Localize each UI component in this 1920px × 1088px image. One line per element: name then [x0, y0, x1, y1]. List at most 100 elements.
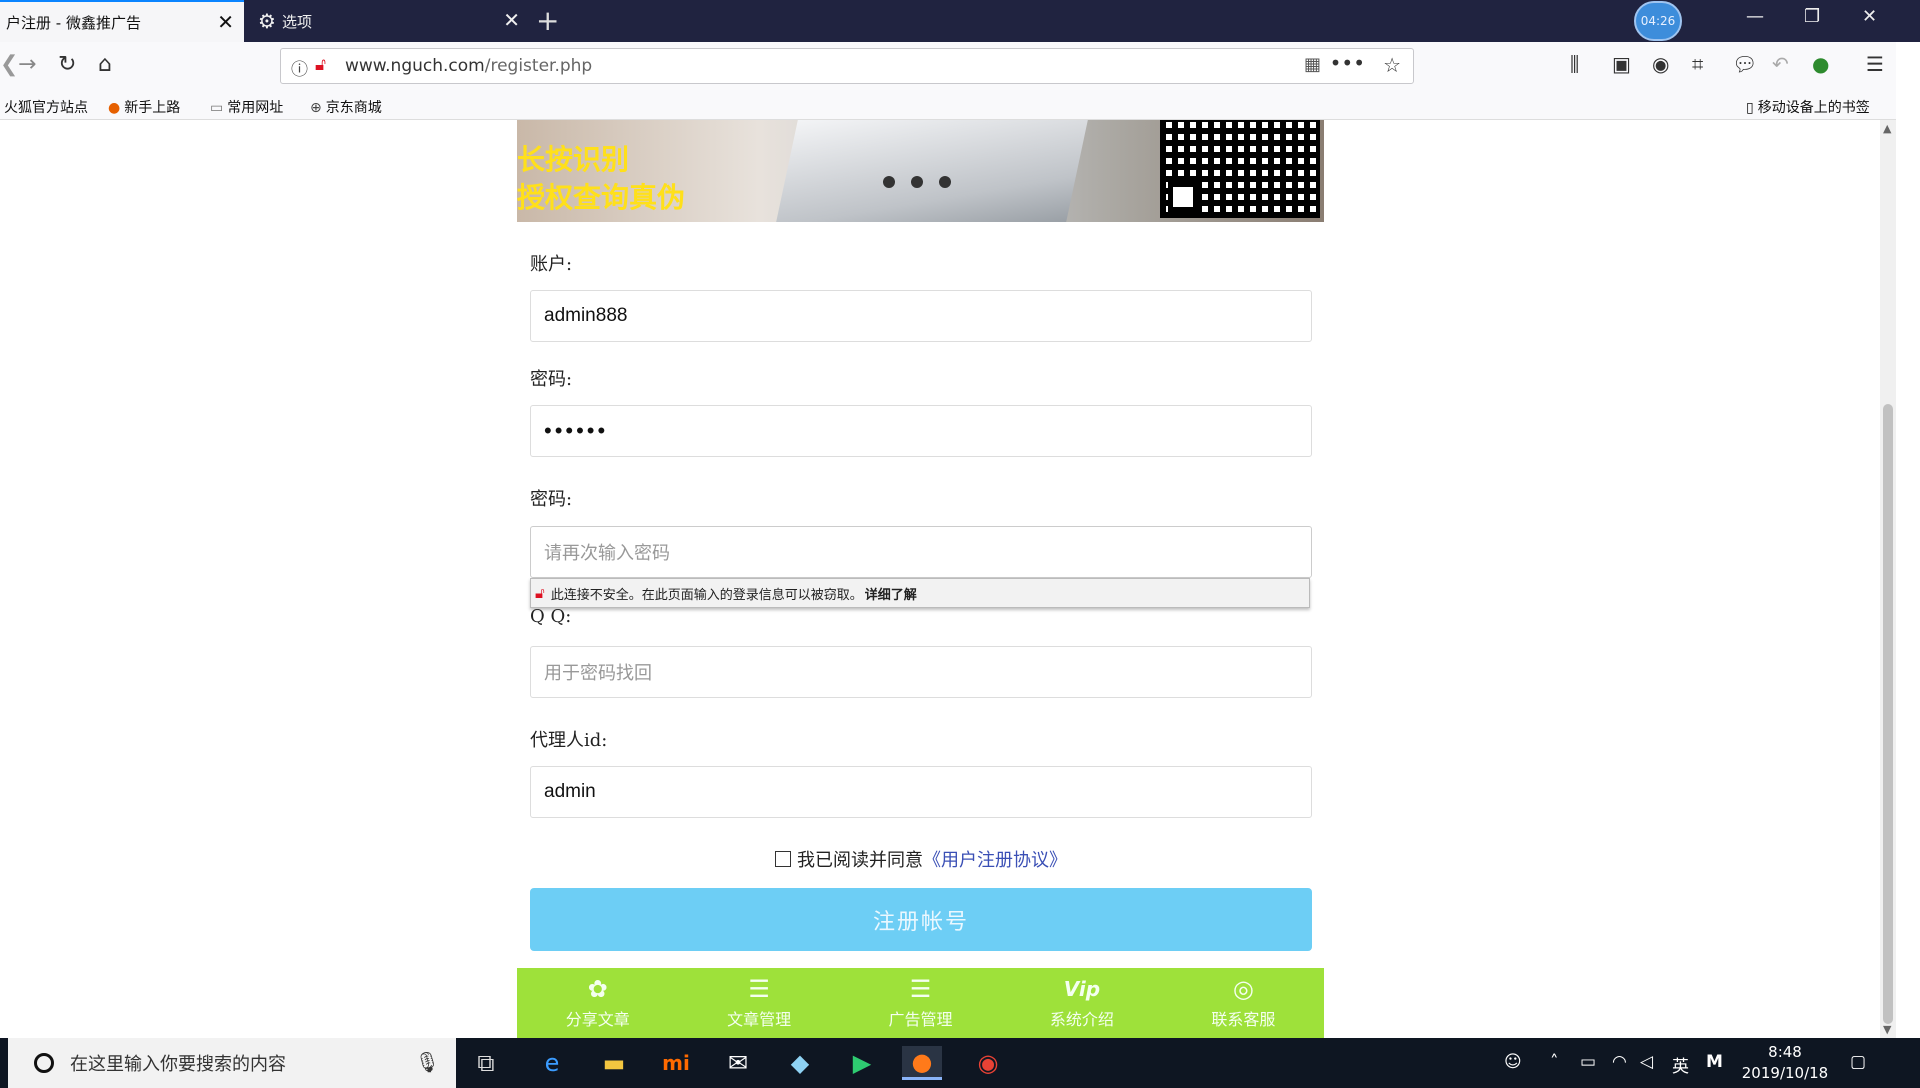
page-content: 长按识别 授权查询真伪 账户: admin888 密码: •••••• 密码: … [0, 120, 1880, 1038]
qr-code-icon[interactable]: ▦ [1304, 54, 1321, 75]
reload-icon[interactable]: ↻ [58, 52, 76, 77]
windows-taskbar: 在这里输入你要搜索的内容 🎙︎ ⧉ e ▬ mi ✉ ◆ ▶ ● ◉ ☺ ˄ ▭… [0, 1038, 1920, 1088]
qr-code-image [1160, 120, 1320, 218]
confirm-password-input[interactable]: 请再次输入密码 [530, 526, 1312, 578]
show-hidden-icon[interactable]: ˄ [1550, 1052, 1559, 1072]
clock-date: 2019/10/18 [1741, 1064, 1829, 1082]
agreement-link[interactable]: 《用户注册协议》 [923, 850, 1067, 871]
close-window-button[interactable]: ✕ [1862, 6, 1877, 27]
task-view-icon[interactable]: ⧉ [466, 1046, 506, 1080]
window-edge [1896, 42, 1920, 1038]
bookmark-item[interactable]: 火狐官方站点 [4, 97, 88, 117]
carousel-dot[interactable] [939, 176, 951, 188]
tablet-photo [776, 120, 1088, 222]
agent-id-label: 代理人id: [530, 730, 608, 751]
bottom-nav: ✿ 分享文章 ☰ 文章管理 ☰ 广告管理 Vip 系统介绍 ◎ 联系客服 [517, 968, 1324, 1038]
nav-label: 广告管理 [888, 1010, 953, 1029]
tab-close-icon[interactable]: ✕ [217, 11, 234, 33]
people-icon[interactable]: ☺ [1504, 1052, 1522, 1072]
tab-title: 选项 [281, 12, 312, 31]
tab-options[interactable]: ⚙ 选项 ✕ [244, 0, 530, 42]
bookmark-item[interactable]: ⊕ 京东商城 [310, 97, 382, 117]
microphone-icon[interactable]: 🎙︎ [415, 1050, 440, 1074]
carousel-dots [883, 176, 951, 188]
taskbar-clock[interactable]: 8:48 2019/10/18 [1730, 1042, 1840, 1084]
insecure-lock-icon[interactable]: 🔓︎ [315, 55, 326, 75]
insecure-login-warning[interactable]: 🔓︎ 此连接不安全。在此页面输入的登录信息可以被窃取。 详细了解 [530, 578, 1310, 608]
cortana-icon[interactable] [34, 1053, 54, 1073]
phone-icon: ▯ [1746, 100, 1754, 116]
tab-title: 户注册 - 微鑫推广告 [6, 13, 141, 32]
vertical-scrollbar[interactable]: ▲ ▼ [1880, 120, 1896, 1038]
nav-share-article[interactable]: ✿ 分享文章 [517, 968, 678, 1038]
back-icon[interactable]: ❮ [0, 52, 18, 77]
info-icon[interactable]: ⓘ [291, 55, 308, 80]
chat-icon[interactable]: 💬︎ [1732, 52, 1757, 76]
banner-text-line2: 授权查询真伪 [517, 181, 686, 214]
library-icon[interactable]: ⫼ [1570, 52, 1579, 76]
agreement-row: 我已阅读并同意《用户注册协议》 [530, 846, 1312, 872]
carousel-dot[interactable] [911, 176, 923, 188]
volume-icon[interactable]: ◁ [1640, 1052, 1653, 1072]
scroll-up-icon[interactable]: ▲ [1883, 122, 1891, 135]
confirm-password-label: 密码: [530, 489, 573, 510]
bookmark-item[interactable]: ● 新手上路 [108, 97, 180, 117]
warning-text: 此连接不安全。在此页面输入的登录信息可以被窃取。 [550, 587, 863, 603]
agree-checkbox[interactable] [775, 851, 791, 867]
sidebar-icon[interactable]: ▣ [1612, 52, 1631, 76]
firefox-icon[interactable]: ● [902, 1046, 942, 1080]
ime-indicator[interactable]: 英 [1672, 1052, 1689, 1077]
extension-icon[interactable]: ● [1812, 52, 1829, 76]
promo-banner[interactable]: 长按识别 授权查询真伪 [517, 120, 1324, 222]
mi-icon[interactable]: mi [656, 1046, 696, 1080]
edge-icon[interactable]: e [532, 1046, 572, 1080]
globe-icon: ⊕ [310, 100, 322, 116]
carousel-dot[interactable] [883, 176, 895, 188]
restore-button[interactable]: ❐ [1804, 6, 1820, 27]
bookmark-star-icon[interactable]: ☆ [1383, 53, 1401, 77]
new-tab-button[interactable]: + [536, 4, 559, 37]
nav-article-management[interactable]: ☰ 文章管理 [678, 968, 839, 1038]
bookmark-item[interactable]: ▭ 常用网址 [210, 97, 283, 117]
taskbar-search[interactable]: 在这里输入你要搜索的内容 🎙︎ [8, 1038, 456, 1088]
media-player-icon[interactable]: ▶ [842, 1046, 882, 1080]
tab-close-icon[interactable]: ✕ [503, 9, 520, 31]
qq-input[interactable]: 用于密码找回 [530, 646, 1312, 698]
service-icon: ◎ [1232, 975, 1254, 1003]
menu-icon[interactable]: ☰ [1866, 52, 1884, 76]
notifications-icon[interactable]: ▢ [1850, 1052, 1866, 1072]
banner-text-line1: 长按识别 [517, 143, 630, 176]
scrollbar-thumb[interactable] [1883, 404, 1893, 1024]
undo-icon[interactable]: ↶ [1772, 52, 1789, 76]
chrome-icon[interactable]: ◉ [968, 1046, 1008, 1080]
url-domain: www.nguch.com [345, 56, 485, 76]
agent-id-input[interactable]: admin [530, 766, 1312, 818]
url-text[interactable]: www.nguch.com/register.php [345, 56, 592, 76]
learn-more-link[interactable]: 详细了解 [865, 584, 917, 603]
ime-mode-icon[interactable]: M [1706, 1052, 1723, 1072]
forward-icon[interactable]: → [18, 52, 36, 77]
password-input[interactable]: •••••• [530, 405, 1312, 457]
file-explorer-icon[interactable]: ▬ [594, 1046, 634, 1080]
bookmark-label: 京东商城 [325, 100, 382, 116]
screenshot-icon[interactable]: ⌗ [1692, 52, 1703, 76]
nav-system-intro[interactable]: Vip 系统介绍 [1001, 968, 1162, 1038]
account-icon[interactable]: ◉ [1652, 52, 1669, 76]
app-icon[interactable]: ◆ [780, 1046, 820, 1080]
nav-ad-management[interactable]: ☰ 广告管理 [840, 968, 1001, 1038]
battery-icon[interactable]: ▭ [1580, 1052, 1596, 1072]
mobile-bookmarks[interactable]: ▯ 移动设备上的书签 [1746, 97, 1870, 117]
nav-contact-service[interactable]: ◎ 联系客服 [1163, 968, 1324, 1038]
address-bar[interactable]: ⓘ 🔓︎ www.nguch.com/register.php ▦ ••• ☆ [280, 48, 1414, 84]
firefox-icon: ● [108, 100, 121, 116]
mail-icon[interactable]: ✉ [718, 1046, 758, 1080]
minimize-button[interactable]: — [1746, 6, 1764, 27]
more-actions-icon[interactable]: ••• [1330, 51, 1365, 75]
account-input[interactable]: admin888 [530, 290, 1312, 342]
bookmark-label: 常用网址 [227, 100, 284, 116]
home-icon[interactable]: ⌂ [98, 52, 112, 77]
scroll-down-icon[interactable]: ▼ [1883, 1023, 1891, 1036]
tab-register[interactable]: 户注册 - 微鑫推广告 ✕ [0, 0, 244, 42]
wifi-icon[interactable]: ◠ [1612, 1052, 1627, 1072]
register-button[interactable]: 注册帐号 [530, 888, 1312, 951]
